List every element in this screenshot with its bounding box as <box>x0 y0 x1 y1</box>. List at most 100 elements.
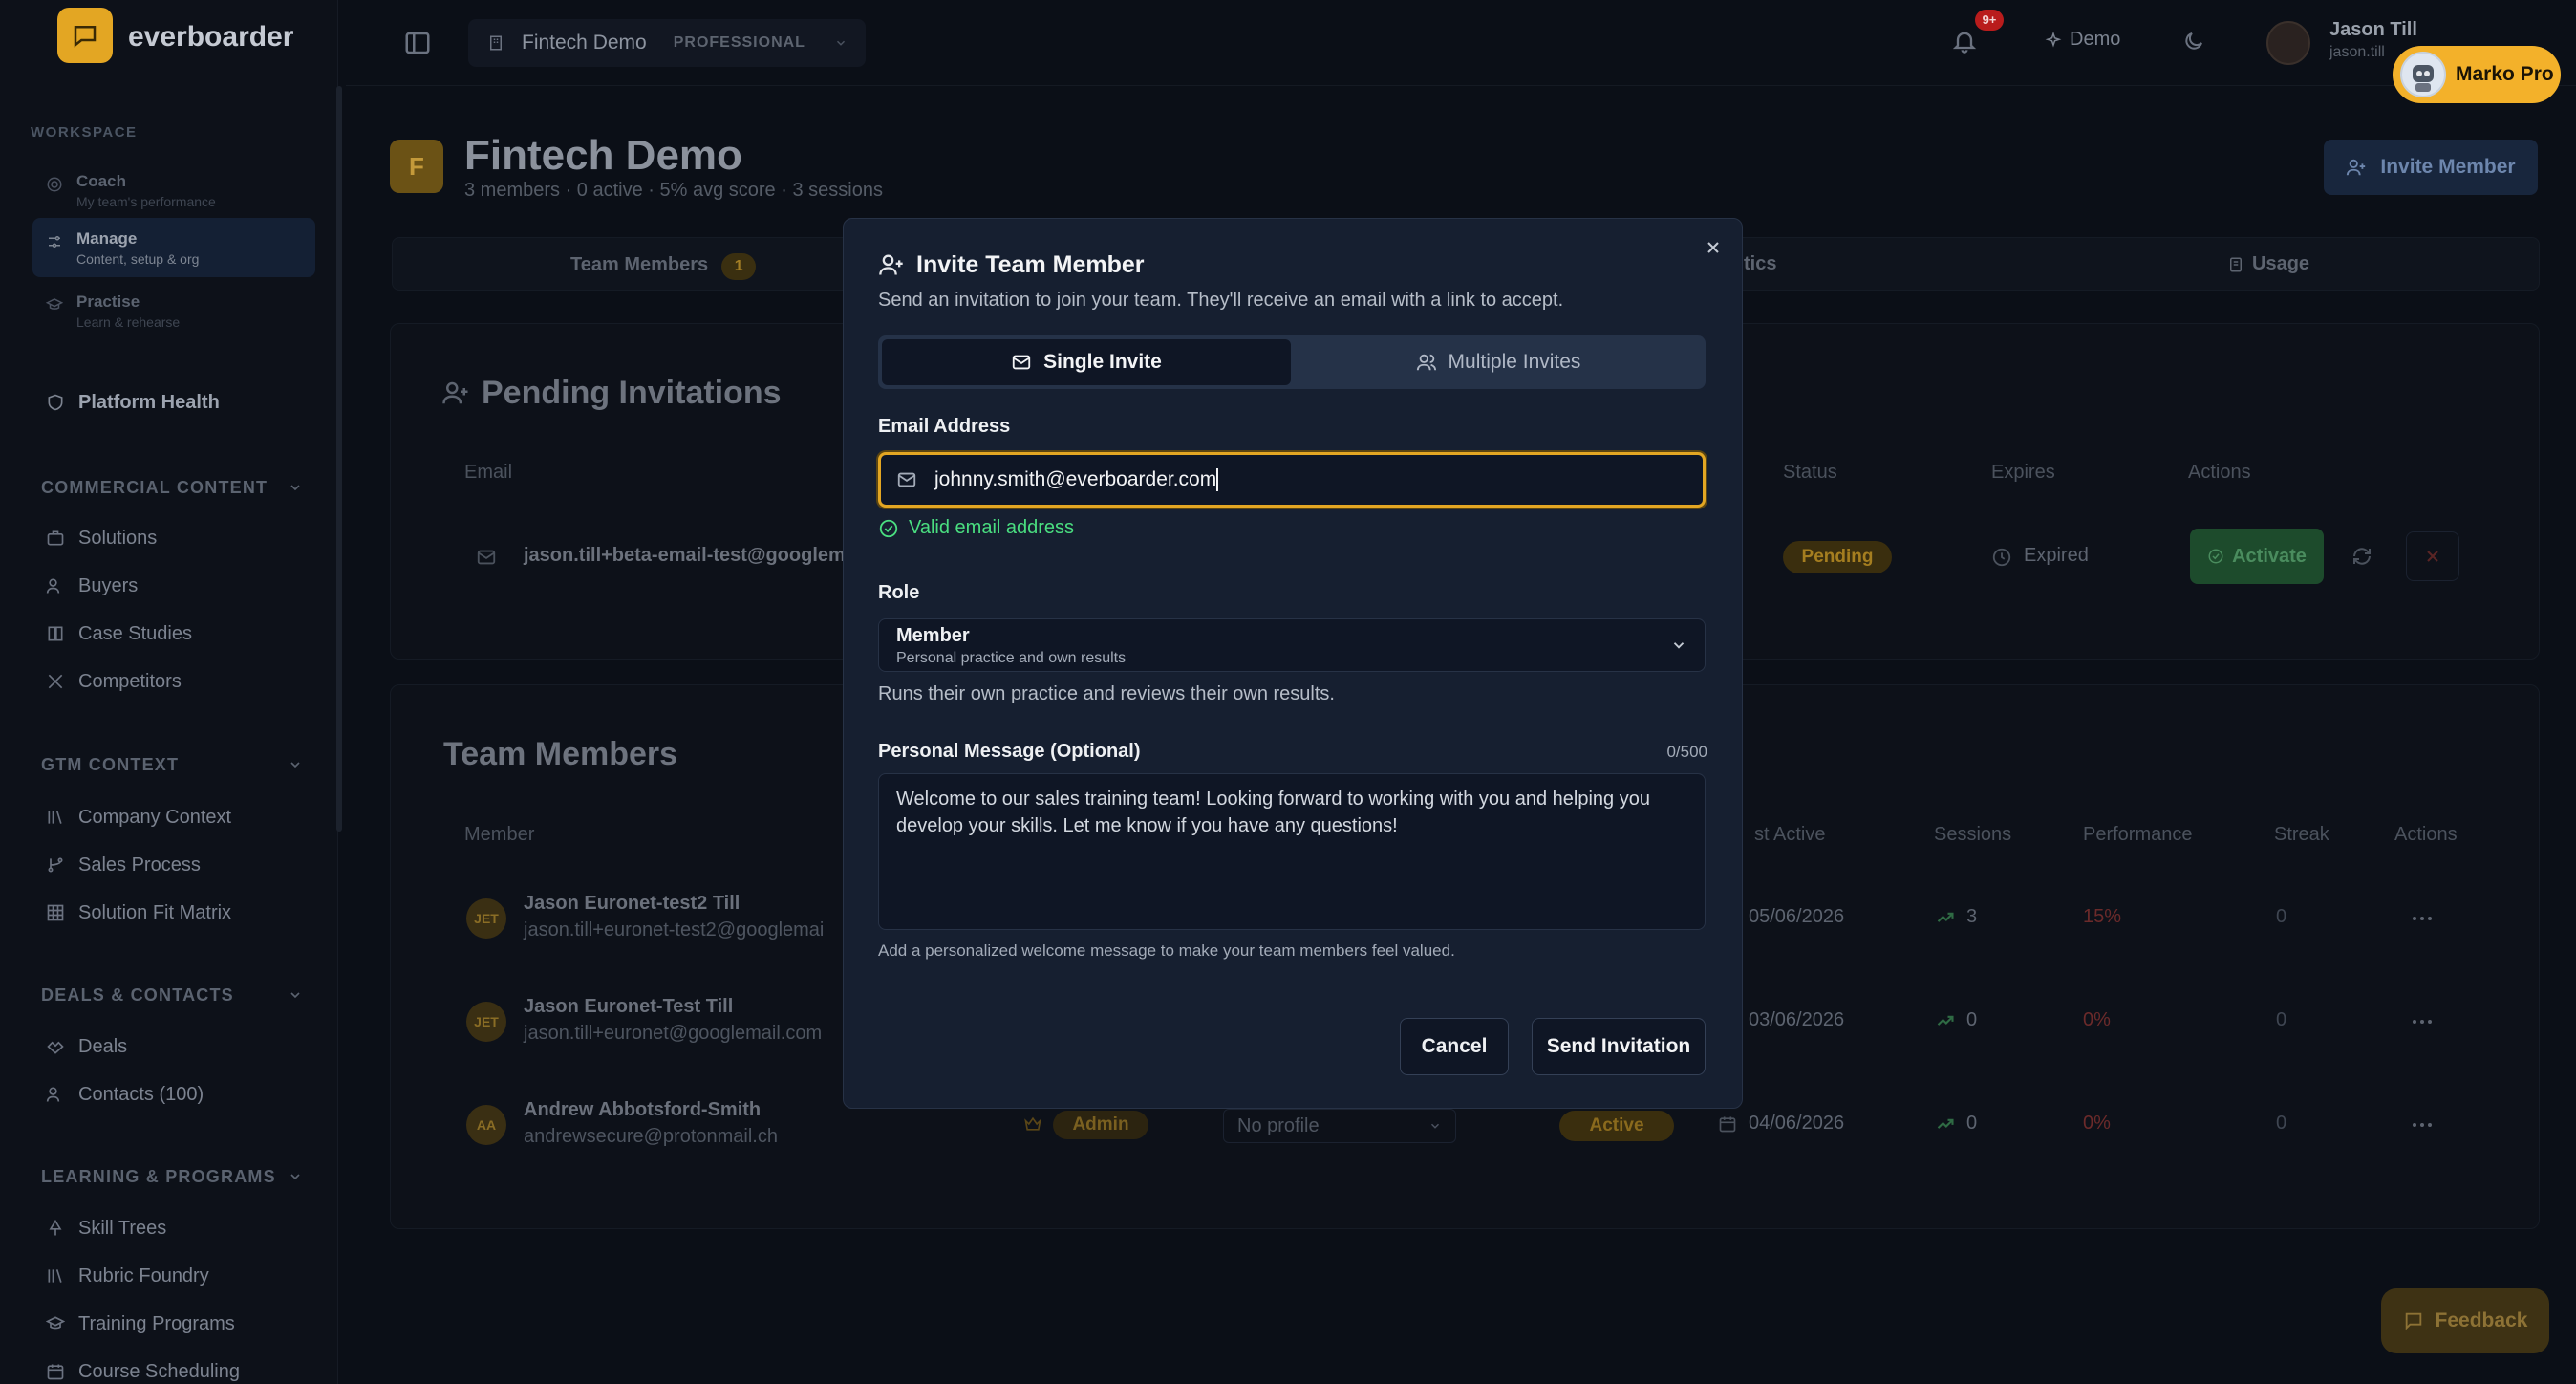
sidebar-toggle-icon[interactable] <box>403 29 432 57</box>
shield-icon <box>46 393 67 412</box>
member-email: jason.till+euronet-test2@googlemai <box>524 919 825 941</box>
streak-value: 0 <box>2276 1113 2287 1134</box>
nav-label: Contacts (100) <box>78 1083 204 1105</box>
close-icon[interactable] <box>1704 238 1723 257</box>
refresh-icon[interactable] <box>2351 545 2373 568</box>
file-icon <box>2227 256 2244 273</box>
nav-company-context[interactable]: Company Context <box>46 803 231 832</box>
nav-label: Platform Health <box>78 391 220 413</box>
cancel-button[interactable]: Cancel <box>1400 1018 1509 1075</box>
mail-icon <box>476 547 497 568</box>
activate-button[interactable]: Activate <box>2190 529 2324 584</box>
workspace-practise[interactable]: Practise Learn & rehearse <box>32 281 315 340</box>
section-learning-programs[interactable]: LEARNING & PROGRAMS <box>41 1167 300 1187</box>
invite-dialog: Invite Team Member Send an invitation to… <box>843 218 1743 1109</box>
section-deals-contacts[interactable]: DEALS & CONTACTS <box>41 985 300 1006</box>
last-active: 05/06/2026 <box>1749 906 1845 927</box>
workspace-subtitle: Learn & rehearse <box>76 314 181 330</box>
users-icon <box>46 576 67 595</box>
revoke-button[interactable] <box>2406 531 2459 581</box>
nav-training-programs[interactable]: Training Programs <box>46 1309 235 1338</box>
workspace-manage[interactable]: Manage Content, setup & org <box>32 218 315 277</box>
grid-icon <box>46 903 67 922</box>
more-icon[interactable] <box>2412 1019 2433 1025</box>
chevron-down-icon <box>288 480 303 495</box>
last-active: 04/06/2026 <box>1749 1113 1845 1134</box>
profile-select[interactable]: No profile <box>1223 1109 1456 1143</box>
assistant-button[interactable]: Marko Pro <box>2393 46 2561 103</box>
member-name: Andrew Abbotsford-Smith <box>524 1099 762 1120</box>
nav-buyers[interactable]: Buyers <box>46 572 138 600</box>
briefcase-icon <box>46 529 67 548</box>
tab-team-members[interactable]: Team Members 1 <box>570 253 757 280</box>
assistant-label: Marko Pro <box>2456 63 2554 85</box>
nav-course-scheduling[interactable]: Course Scheduling <box>46 1357 240 1384</box>
tree-icon <box>46 1219 67 1238</box>
user-plus-icon <box>441 378 470 407</box>
chevron-down-icon <box>1428 1119 1442 1133</box>
bell-icon[interactable] <box>1951 27 1978 55</box>
graduation-icon <box>46 296 63 314</box>
role-label: Role <box>878 582 920 603</box>
section-commercial-content[interactable]: COMMERCIAL CONTENT <box>41 478 300 498</box>
app-logo[interactable] <box>57 8 113 63</box>
send-invitation-button[interactable]: Send Invitation <box>1532 1018 1706 1075</box>
nav-label: Sales Process <box>78 854 201 876</box>
close-icon <box>2423 547 2442 566</box>
workspace-coach[interactable]: Coach My team's performance <box>32 161 315 220</box>
moon-icon[interactable] <box>2182 30 2205 53</box>
expires-value: Expired <box>2024 545 2089 566</box>
email-field[interactable]: johnny.smith@everboarder.com <box>878 452 1706 508</box>
personal-message-textarea[interactable]: Welcome to our sales training team! Look… <box>878 773 1706 930</box>
invite-member-button[interactable]: Invite Member <box>2324 140 2538 195</box>
nav-platform-health[interactable]: Platform Health <box>46 388 220 417</box>
section-label: DEALS & CONTACTS <box>41 985 234 1005</box>
nav-contacts[interactable]: Contacts (100) <box>46 1080 204 1109</box>
single-invite-tab[interactable]: Single Invite <box>882 339 1291 385</box>
more-icon[interactable] <box>2412 916 2433 921</box>
column-header-member: Member <box>464 824 535 845</box>
demo-button[interactable]: Demo <box>2045 29 2120 51</box>
tab-usage[interactable]: Usage <box>2227 253 2309 275</box>
nav-solution-fit-matrix[interactable]: Solution Fit Matrix <box>46 898 231 927</box>
top-bar: Fintech Demo PROFESSIONAL 9+ Demo Jason … <box>346 0 2576 86</box>
column-header-status: Status <box>1783 462 1837 483</box>
sessions-count: 0 <box>1966 1009 1978 1030</box>
section-gtm-context[interactable]: GTM CONTEXT <box>41 755 300 775</box>
book-icon <box>46 624 67 643</box>
nav-case-studies[interactable]: Case Studies <box>46 619 192 648</box>
role-select[interactable]: Member Personal practice and own results <box>878 618 1706 672</box>
tab-label: Usage <box>2252 253 2310 274</box>
feedback-button[interactable]: Feedback <box>2381 1288 2549 1353</box>
tab-analytics[interactable]: tics <box>1744 253 1776 275</box>
tab-count: 1 <box>721 253 757 280</box>
avatar[interactable] <box>2266 21 2310 65</box>
member-email: jason.till+euronet@googlemail.com <box>524 1023 823 1044</box>
sidebar-scrollbar[interactable] <box>336 86 342 832</box>
sidebar: everboarder WORKSPACE Coach My team's pe… <box>0 0 338 1384</box>
nav-label: Buyers <box>78 574 139 596</box>
nav-competitors[interactable]: Competitors <box>46 667 182 696</box>
target-icon <box>46 176 63 193</box>
user-email: jason.till <box>2329 44 2385 60</box>
nav-deals[interactable]: Deals <box>46 1032 127 1061</box>
nav-sales-process[interactable]: Sales Process <box>46 851 201 879</box>
workspace-label: WORKSPACE <box>31 124 138 141</box>
chevron-down-icon <box>288 757 303 772</box>
status-badge: Active <box>1559 1111 1674 1141</box>
nav-skill-trees[interactable]: Skill Trees <box>46 1214 166 1243</box>
calendar-icon <box>1718 1114 1737 1134</box>
multiple-invites-label: Multiple Invites <box>1448 351 1581 373</box>
more-icon[interactable] <box>2412 1122 2433 1128</box>
settings-icon <box>46 233 63 250</box>
page-subtitle: 3 members · 0 active · 5% avg score · 3 … <box>464 180 883 201</box>
workspace-subtitle: My team's performance <box>76 194 216 209</box>
multiple-invites-tab[interactable]: Multiple Invites <box>1295 339 1702 385</box>
calendar-icon <box>46 1362 67 1381</box>
tenant-switcher[interactable]: Fintech Demo PROFESSIONAL <box>468 19 866 67</box>
nav-rubric-foundry[interactable]: Rubric Foundry <box>46 1262 209 1290</box>
nav-solutions[interactable]: Solutions <box>46 524 157 552</box>
profile-value: No profile <box>1237 1115 1320 1136</box>
sparkles-icon <box>2045 31 2062 49</box>
avatar: AA <box>466 1105 506 1145</box>
